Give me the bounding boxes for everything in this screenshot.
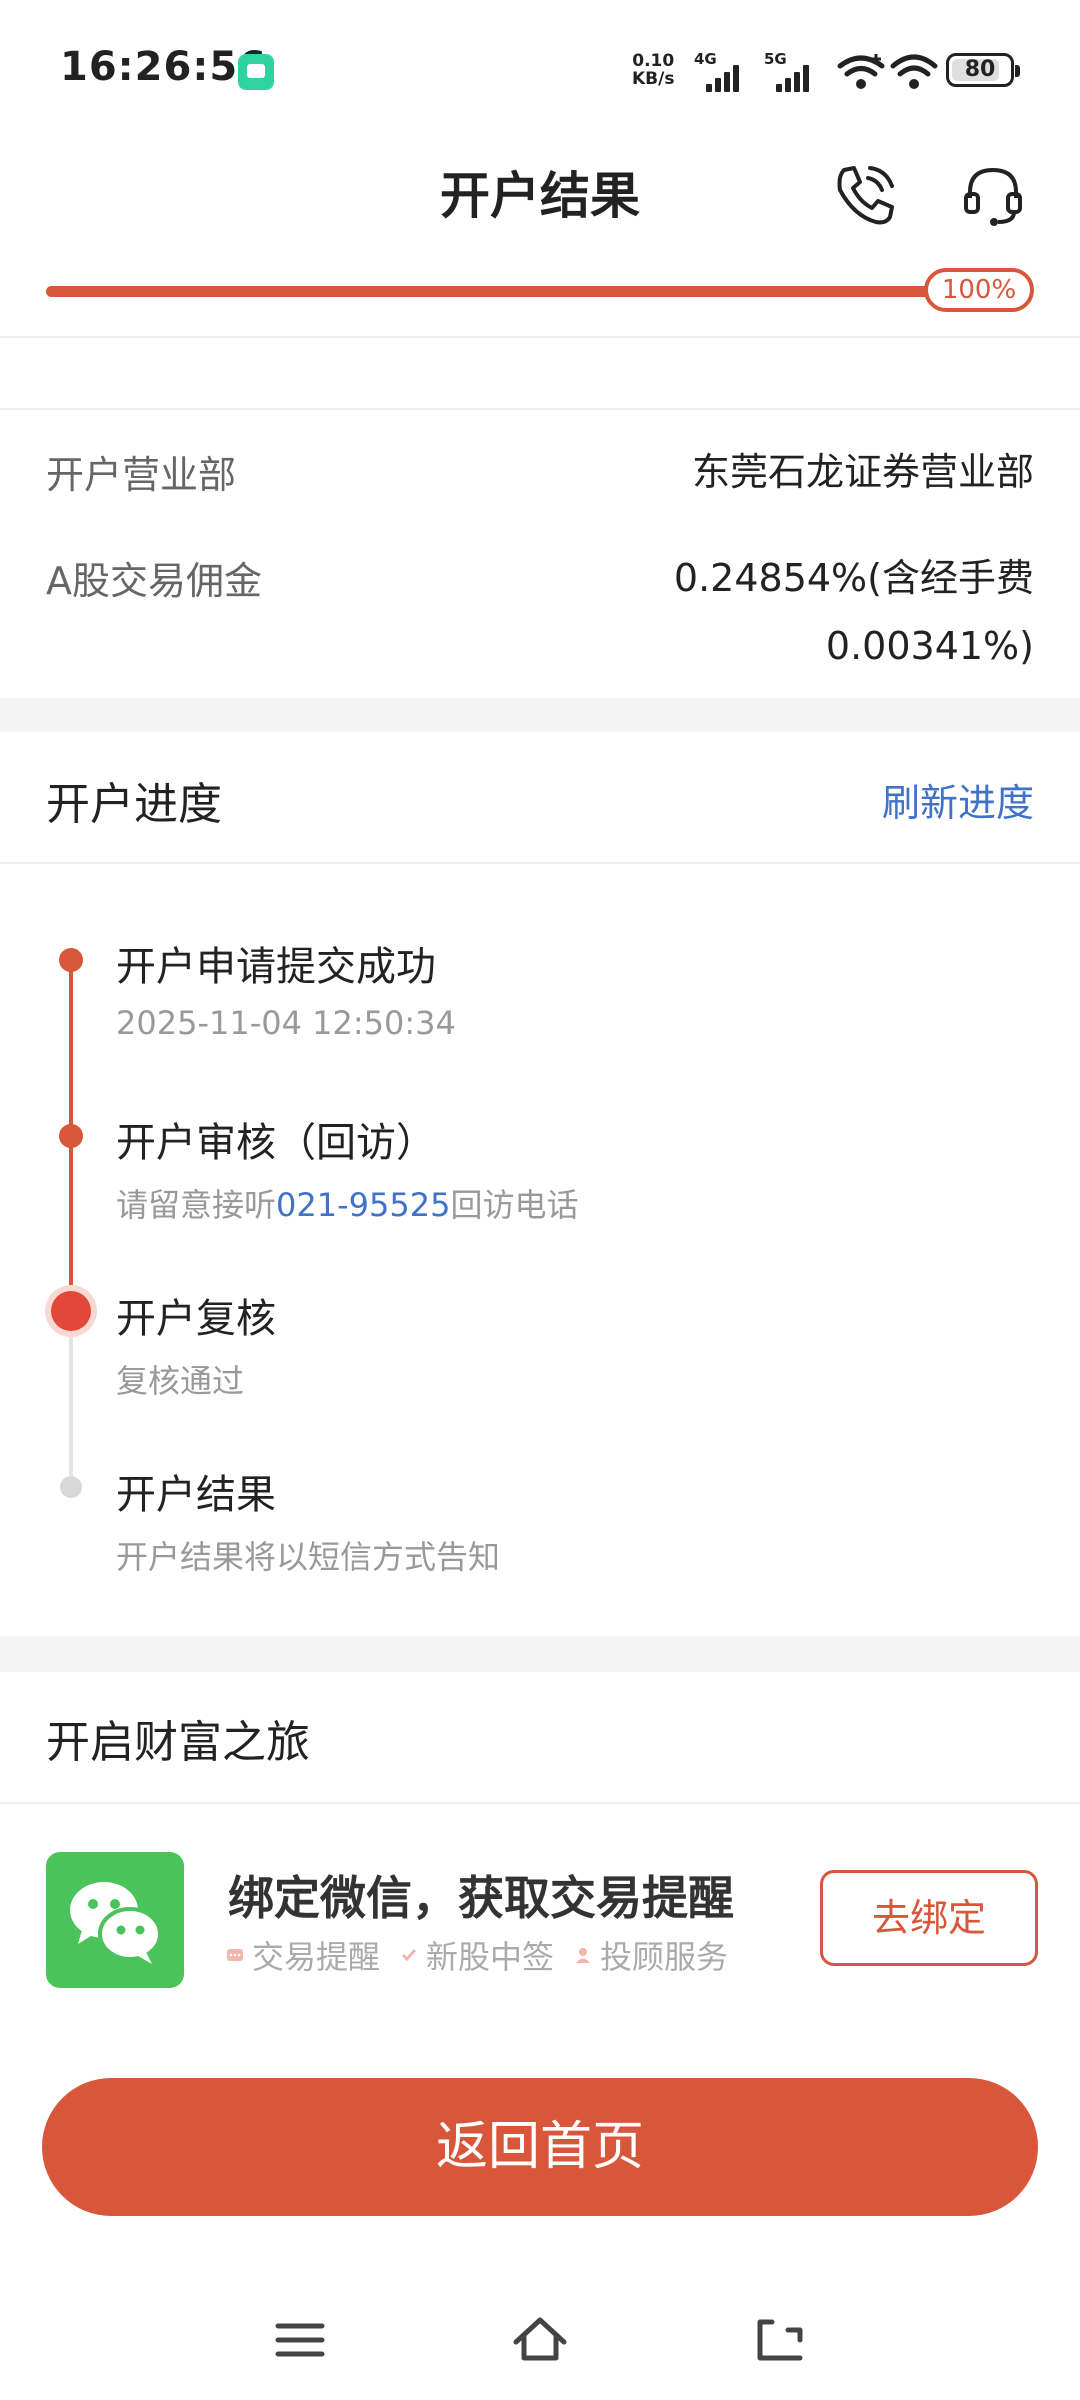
step-done-dot — [59, 1124, 83, 1148]
callback-phone-link[interactable]: 021-95525 — [276, 1186, 450, 1224]
tag-trade-alert: 交易提醒 — [226, 1932, 380, 1978]
progress-percent-label: 100% — [924, 268, 1034, 312]
person-icon — [576, 1948, 591, 1963]
timeline-line-pending — [69, 1312, 73, 1486]
network-speed-value: 0.10 — [632, 51, 675, 71]
step-done-dot — [59, 948, 83, 972]
wifi-icon — [890, 54, 938, 89]
wechat-bind-title: 绑定微信，获取交易提醒 — [228, 1871, 734, 1925]
section-separator — [0, 1636, 1080, 1672]
step-title: 开户复核 — [116, 1296, 276, 1342]
step-subtitle: 复核通过 — [116, 1362, 245, 1400]
branch-label: 开户营业部 — [46, 453, 237, 497]
tag-ipo-win: 新股中签 — [400, 1932, 554, 1978]
divider — [0, 1802, 1080, 1804]
commission-value-line2: 0.00341%) — [825, 624, 1034, 668]
back-icon[interactable] — [750, 2310, 810, 2370]
tag-label: 交易提醒 — [252, 1938, 381, 1976]
system-navigation-bar — [0, 2290, 1080, 2400]
step-subtitle: 开户结果将以短信方式告知 — [116, 1538, 501, 1576]
section-separator — [0, 698, 1080, 732]
wechat-benefit-tags: 交易提醒 新股中签 投顾服务 — [226, 1932, 748, 1978]
status-time: 16:26:56 — [60, 44, 267, 90]
step-subtitle-prefix: 请留意接听 — [116, 1186, 277, 1224]
tag-label: 新股中签 — [426, 1938, 555, 1976]
chat-bubble-icon — [227, 1949, 243, 1961]
status-bar: 16:26:56 0.10 KB/s 4G 5G 80 — [0, 0, 1080, 130]
account-progress-bar: 100% — [46, 268, 1034, 316]
phone-call-button[interactable] — [830, 160, 900, 230]
step-title: 开户审核（回访） — [116, 1120, 436, 1166]
sim2-signal-icon: 5G — [764, 50, 824, 92]
step-title: 开户申请提交成功 — [116, 944, 436, 990]
battery-level: 80 — [964, 57, 996, 82]
divider — [0, 408, 1080, 410]
home-icon[interactable] — [510, 2310, 570, 2370]
commission-label: A股交易佣金 — [46, 559, 262, 603]
progress-fill — [46, 286, 974, 297]
message-notification-icon — [238, 54, 274, 90]
commission-value-line1: 0.24854%(含经手费 — [673, 556, 1034, 600]
menu-icon[interactable] — [270, 2310, 330, 2370]
battery-icon: 80 — [946, 53, 1020, 87]
divider — [0, 336, 1080, 338]
wealth-section-title: 开启财富之旅 — [46, 1717, 310, 1768]
tag-advisor-service: 投顾服务 — [574, 1932, 728, 1978]
divider — [0, 862, 1080, 864]
checkmark-icon — [401, 1949, 417, 1962]
return-home-button[interactable]: 返回首页 — [42, 2078, 1038, 2216]
customer-service-headset-button[interactable] — [958, 160, 1028, 230]
header: 开户结果 — [0, 130, 1080, 250]
page-title: 开户结果 — [440, 167, 640, 225]
branch-value: 东莞石龙证券营业部 — [691, 450, 1034, 494]
tag-label: 投顾服务 — [600, 1938, 729, 1976]
step-current-dot — [51, 1291, 91, 1331]
bind-wechat-button[interactable]: 去绑定 — [820, 1870, 1038, 1966]
step-timestamp: 2025-11-04 12:50:34 — [116, 1004, 456, 1042]
sim1-signal-icon: 4G — [694, 50, 754, 92]
wifi-calling-icon — [837, 54, 885, 89]
network-speed: 0.10 KB/s — [632, 52, 674, 88]
refresh-progress-link[interactable]: 刷新进度 — [882, 772, 1034, 827]
progress-section-title: 开户进度 — [46, 779, 222, 830]
step-title: 开户结果 — [116, 1472, 276, 1518]
step-subtitle-suffix: 回访电话 — [450, 1186, 579, 1224]
wechat-logo-icon — [46, 1852, 184, 1988]
step-subtitle: 请留意接听021-95525回访电话 — [116, 1180, 578, 1226]
step-pending-dot — [60, 1476, 82, 1498]
commission-value: 0.24854%(含经手费 0.00341%) — [674, 544, 1034, 680]
network-speed-unit: KB/s — [632, 69, 675, 89]
